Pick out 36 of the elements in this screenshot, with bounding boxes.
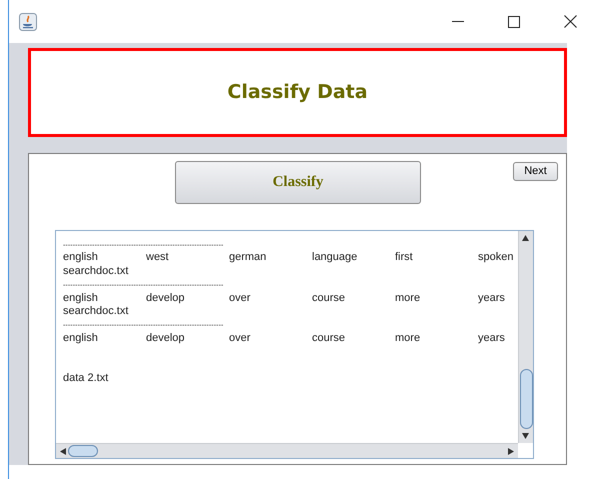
close-icon <box>564 15 576 28</box>
keyword: west <box>146 251 170 265</box>
keyword: over <box>229 332 252 346</box>
keyword: language <box>312 251 358 265</box>
keyword: years <box>478 332 505 346</box>
scroll-up-icon[interactable] <box>522 235 529 241</box>
maximize-icon <box>508 16 520 28</box>
keyword: years <box>478 292 505 305</box>
file-name: searchdoc.txt <box>63 264 128 277</box>
minimize-icon <box>452 20 464 22</box>
keyword: develop <box>146 292 186 305</box>
keyword: english <box>63 292 99 305</box>
keyword: german <box>229 251 268 265</box>
next-button[interactable]: Next <box>513 162 558 181</box>
scroll-thumb[interactable] <box>68 445 98 457</box>
keyword: english <box>63 251 99 265</box>
banner-title: Classify Data <box>227 80 368 106</box>
file-name: data 2.txt <box>63 372 108 384</box>
app-icon <box>19 12 37 30</box>
keyword: over <box>229 292 252 305</box>
keyword: develop <box>146 332 186 346</box>
classify-button[interactable]: Classify <box>175 161 421 204</box>
keyword: more <box>395 292 422 305</box>
file-name: searchdoc.txt <box>63 304 128 317</box>
horizontal-scrollbar[interactable] <box>56 443 518 458</box>
keyword: course <box>312 332 346 346</box>
keyword: first <box>395 251 414 265</box>
vertical-scrollbar[interactable] <box>518 231 533 443</box>
scroll-down-icon[interactable] <box>522 433 529 439</box>
scroll-thumb[interactable] <box>520 369 533 429</box>
keyword: more <box>395 332 422 346</box>
keyword: spoken <box>478 251 514 265</box>
keyword: english <box>63 332 99 346</box>
scroll-right-icon[interactable] <box>508 448 514 455</box>
scroll-left-icon[interactable] <box>60 448 66 455</box>
keyword: course <box>312 292 346 305</box>
